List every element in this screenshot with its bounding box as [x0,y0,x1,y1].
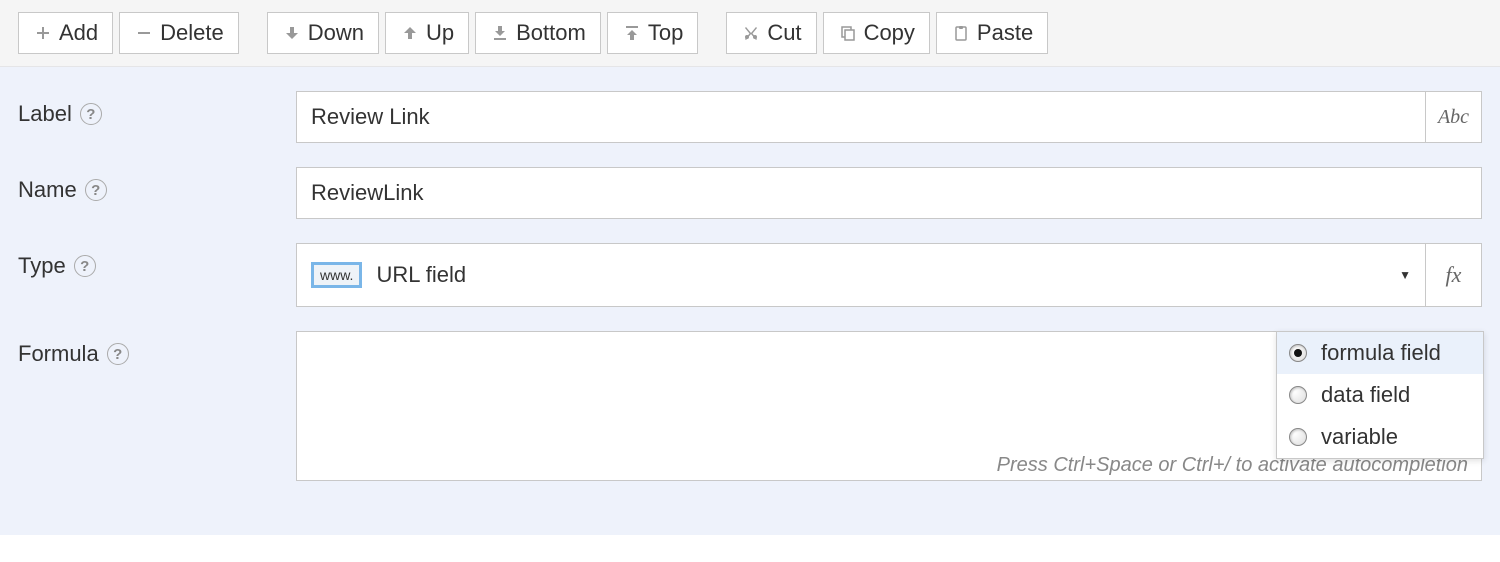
cut-button[interactable]: Cut [726,12,816,54]
fx-icon: fx [1446,262,1462,288]
add-button[interactable]: Add [18,12,113,54]
row-name: Name ? [18,167,1482,219]
bottom-button-label: Bottom [516,20,586,46]
copy-icon [838,23,858,43]
name-input[interactable] [296,167,1482,219]
url-icon: www. [311,262,362,288]
plus-icon [33,23,53,43]
arrow-top-icon [622,23,642,43]
row-type: Type ? www. URL field ▼ fx [18,243,1482,307]
row-formula: Formula ? Press Ctrl+Space or Ctrl+/ to … [18,331,1482,487]
radio-icon [1289,428,1307,446]
label-input[interactable] [296,91,1426,143]
dropdown-item-label: variable [1321,424,1398,450]
dropdown-item-formula-field[interactable]: formula field [1277,332,1483,374]
paste-button[interactable]: Paste [936,12,1048,54]
toolbar: Add Delete Down Up Bottom [0,0,1500,67]
bottom-button[interactable]: Bottom [475,12,601,54]
down-button[interactable]: Down [267,12,379,54]
cut-button-label: Cut [767,20,801,46]
up-button-label: Up [426,20,454,46]
label-abc-button[interactable]: Abc [1426,91,1482,143]
dropdown-item-variable[interactable]: variable [1277,416,1483,458]
row-label: Label ? Abc [18,91,1482,143]
add-button-label: Add [59,20,98,46]
type-label: Type ? [18,243,278,279]
toolbar-group-clipboard: Cut Copy Paste [726,12,1048,54]
dropdown-item-data-field[interactable]: data field [1277,374,1483,416]
name-label: Name ? [18,167,278,203]
copy-button-label: Copy [864,20,915,46]
scissors-icon [741,23,761,43]
up-button[interactable]: Up [385,12,469,54]
field-kind-dropdown: formula field data field variable [1276,331,1484,459]
dropdown-item-label: data field [1321,382,1410,408]
form-panel: Label ? Abc Name ? Type ? www. URL field… [0,67,1500,535]
clipboard-icon [951,23,971,43]
top-button[interactable]: Top [607,12,698,54]
top-button-label: Top [648,20,683,46]
copy-button[interactable]: Copy [823,12,930,54]
dropdown-item-label: formula field [1321,340,1441,366]
radio-icon [1289,386,1307,404]
arrow-up-icon [400,23,420,43]
delete-button-label: Delete [160,20,224,46]
minus-icon [134,23,154,43]
toolbar-group-move: Down Up Bottom Top [267,12,699,54]
help-icon[interactable]: ? [85,179,107,201]
name-text: Name [18,177,77,203]
label-label: Label ? [18,91,278,127]
type-value: URL field [376,262,466,288]
toolbar-group-add-delete: Add Delete [18,12,239,54]
arrow-bottom-icon [490,23,510,43]
arrow-down-icon [282,23,302,43]
chevron-down-icon: ▼ [1399,268,1411,282]
type-select[interactable]: www. URL field ▼ [296,243,1426,307]
label-text: Label [18,101,72,127]
type-fx-button[interactable]: fx [1426,243,1482,307]
formula-label: Formula ? [18,331,278,367]
help-icon[interactable]: ? [107,343,129,365]
formula-text: Formula [18,341,99,367]
radio-icon [1289,344,1307,362]
paste-button-label: Paste [977,20,1033,46]
type-text: Type [18,253,66,279]
down-button-label: Down [308,20,364,46]
help-icon[interactable]: ? [80,103,102,125]
delete-button[interactable]: Delete [119,12,239,54]
help-icon[interactable]: ? [74,255,96,277]
